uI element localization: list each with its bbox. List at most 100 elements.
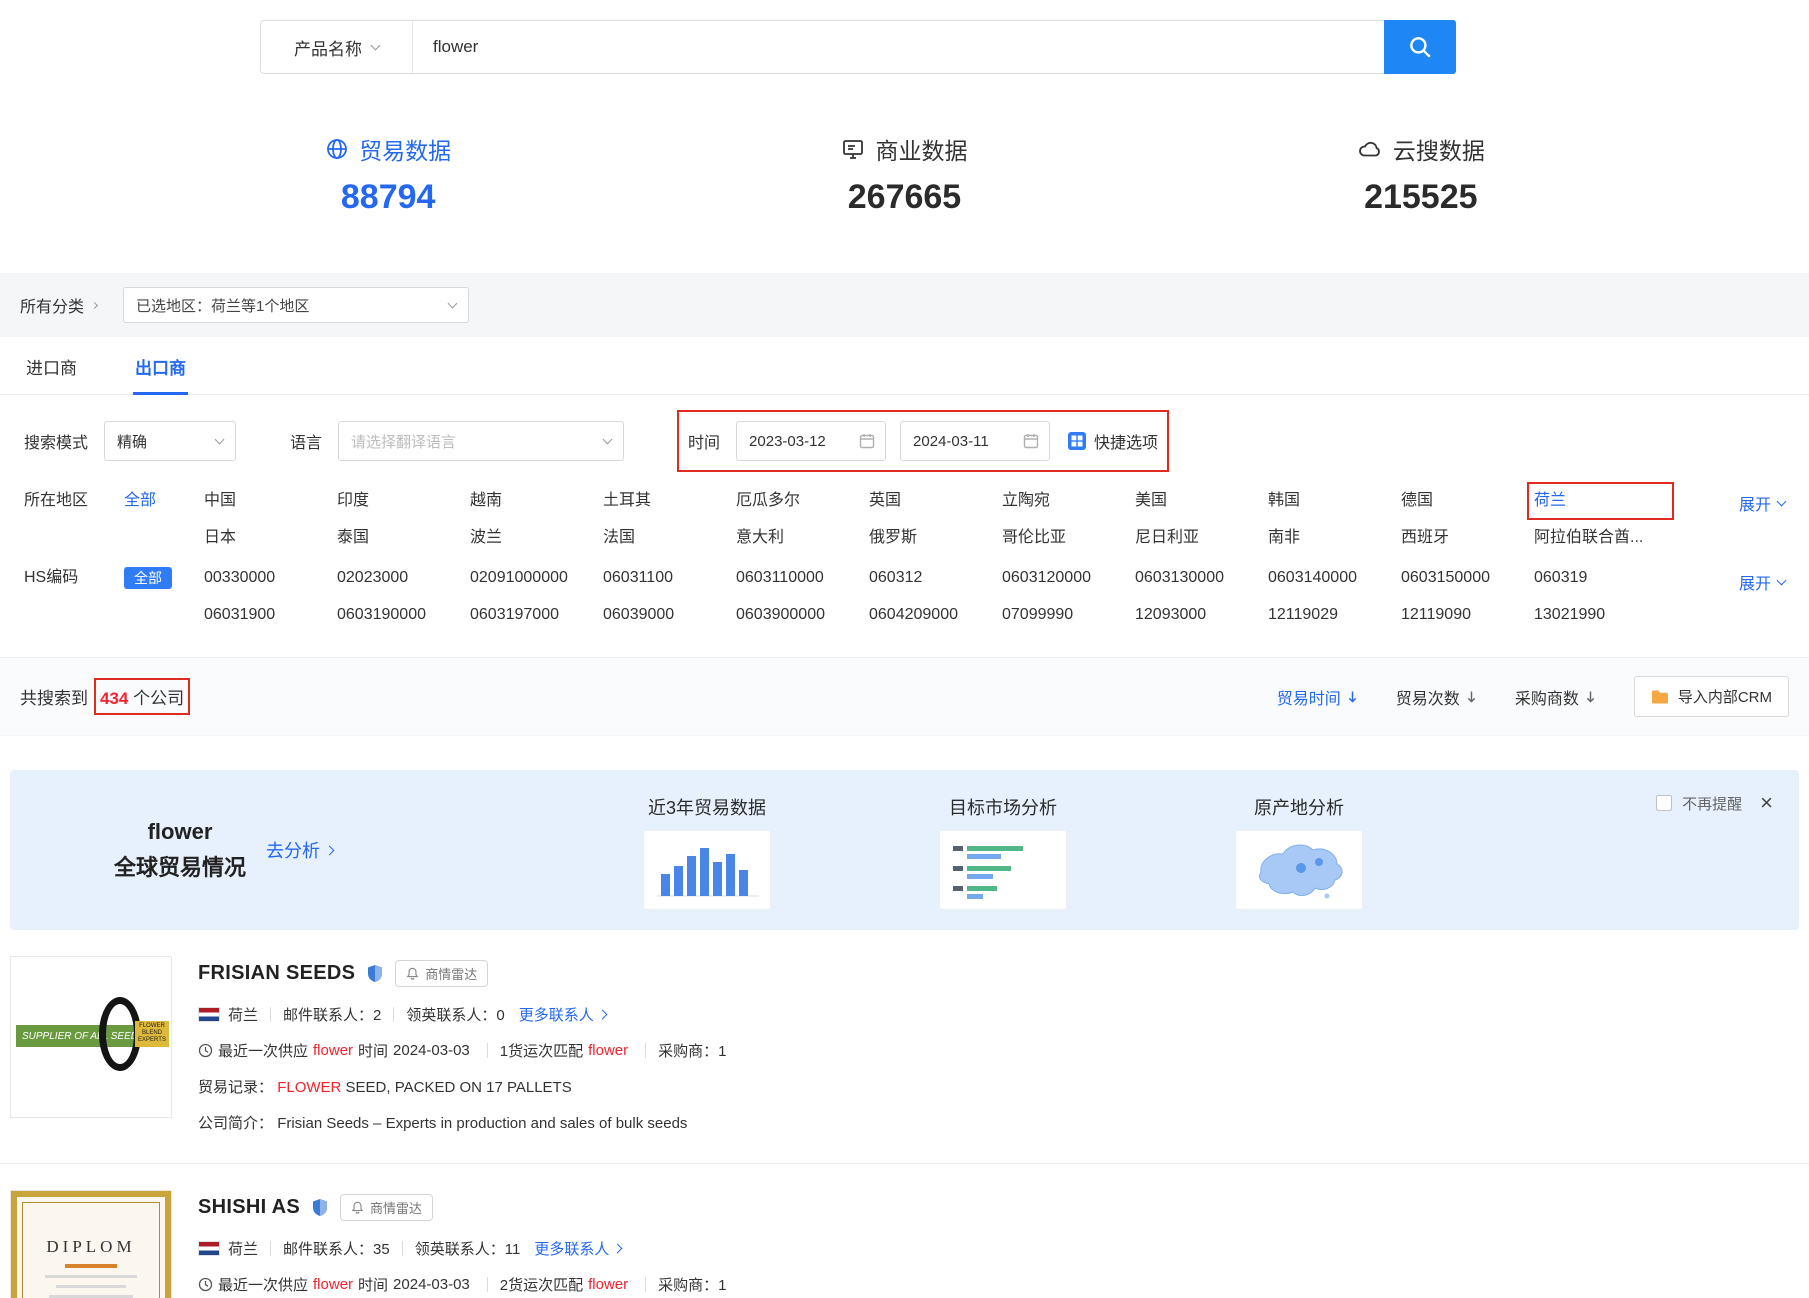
region-option[interactable]: 意大利 — [736, 526, 869, 550]
region-option[interactable]: 尼日利亚 — [1135, 526, 1268, 550]
search-input[interactable] — [413, 21, 1384, 73]
region-option[interactable]: 美国 — [1135, 489, 1268, 513]
search-mode-select[interactable]: 精确 — [104, 421, 236, 461]
hs-code-option[interactable]: 06039000 — [603, 603, 736, 627]
sort-down-icon — [1347, 690, 1358, 704]
linkedin-contacts: 领英联系人：11 — [415, 1238, 521, 1259]
supply-row: 最近一次供应 flower 时间 2024-03-03 1货运次匹配 flowe… — [198, 1040, 732, 1061]
date-to-input[interactable]: 2024-03-11 — [900, 421, 1050, 461]
region-option[interactable]: 哥伦比亚 — [1002, 526, 1135, 550]
search-mode-value: 精确 — [117, 431, 147, 452]
hs-all-badge[interactable]: 全部 — [124, 567, 172, 589]
more-contacts-link[interactable]: 更多联系人 — [519, 1004, 606, 1025]
region-option[interactable]: 波兰 — [470, 526, 603, 550]
company-name[interactable]: SHISHI AS — [198, 1196, 300, 1219]
bar-chart-thumbnail-icon — [647, 834, 767, 906]
hs-code-option[interactable]: 00330000 — [204, 566, 337, 590]
hs-code-option[interactable]: 13021990 — [1534, 603, 1667, 627]
hs-code-option[interactable]: 060319 — [1534, 566, 1667, 590]
hs-code-option[interactable]: 0603900000 — [736, 603, 869, 627]
search-category-select[interactable]: 产品名称 — [261, 21, 413, 73]
region-option[interactable]: 日本 — [204, 526, 337, 550]
region-option[interactable]: 西班牙 — [1401, 526, 1534, 550]
buyer-count: 采购商：1 — [658, 1040, 726, 1061]
stat-trade-label: 贸易数据 — [359, 132, 451, 166]
sort-trade-count[interactable]: 贸易次数 — [1396, 685, 1477, 709]
thumb-origin-analysis[interactable]: 原产地分析 — [1235, 794, 1363, 910]
hs-code-option[interactable]: 02091000000 — [470, 566, 603, 590]
search-button[interactable] — [1384, 20, 1456, 74]
hs-code-option[interactable]: 06031900 — [204, 603, 337, 627]
chevron-down-icon — [215, 434, 225, 444]
region-option[interactable]: 韩国 — [1268, 489, 1401, 513]
company-name[interactable]: FRISIAN SEEDS — [198, 962, 355, 985]
region-option[interactable]: 印度 — [337, 489, 470, 513]
region-option[interactable]: 厄瓜多尔 — [736, 489, 869, 513]
breadcrumb-all-categories[interactable]: 所有分类 — [20, 293, 97, 317]
hs-code-option[interactable]: 060312 — [869, 566, 1002, 590]
logo-tag: FLOWER BLEND EXPERTS — [135, 1021, 169, 1047]
import-crm-button[interactable]: 导入内部CRM — [1634, 676, 1789, 717]
thumb-target-market[interactable]: 目标市场分析 — [939, 794, 1067, 910]
hs-code-option[interactable]: 06031100 — [603, 566, 736, 590]
region-all-option[interactable]: 全部 — [124, 489, 204, 513]
hs-code-option[interactable]: 0603140000 — [1268, 566, 1401, 590]
region-option[interactable]: 泰国 — [337, 526, 470, 550]
region-option[interactable]: 俄罗斯 — [869, 526, 1002, 550]
date-from-input[interactable]: 2023-03-12 — [736, 421, 886, 461]
region-option[interactable]: 法国 — [603, 526, 736, 550]
thumb-trade-3yr[interactable]: 近3年贸易数据 — [643, 794, 771, 910]
hs-code-option[interactable]: 0603110000 — [736, 566, 869, 590]
region-option[interactable]: 阿拉伯联合酋... — [1534, 526, 1667, 550]
company-logo[interactable]: DIPLOM — [10, 1190, 172, 1298]
hs-code-option[interactable]: 07099990 — [1002, 603, 1135, 627]
hs-code-option[interactable]: 12093000 — [1135, 603, 1268, 627]
banner-dismiss: 不再提醒 × — [1656, 792, 1773, 814]
quick-options-button[interactable]: 快捷选项 — [1068, 429, 1158, 453]
hs-code-option[interactable]: 12119029 — [1268, 603, 1401, 627]
region-option[interactable]: 土耳其 — [603, 489, 736, 513]
hs-code-option[interactable]: 0603190000 — [337, 603, 470, 627]
region-option[interactable]: 立陶宛 — [1002, 489, 1135, 513]
stat-trade-data[interactable]: 贸易数据 88794 — [130, 132, 646, 217]
radar-badge[interactable]: 商情雷达 — [340, 1194, 433, 1221]
hs-code-option[interactable]: 0603120000 — [1002, 566, 1135, 590]
hs-code-option[interactable]: 0603197000 — [470, 603, 603, 627]
region-option[interactable]: 德国 — [1401, 489, 1534, 513]
sort-buyer-count[interactable]: 采购商数 — [1515, 685, 1596, 709]
sort-trade-time[interactable]: 贸易时间 — [1277, 685, 1358, 709]
region-option[interactable]: 英国 — [869, 489, 1002, 513]
date-from-value: 2023-03-12 — [749, 433, 826, 450]
hs-code-option[interactable]: 0603130000 — [1135, 566, 1268, 590]
tab-importer[interactable]: 进口商 — [24, 337, 79, 394]
region-option[interactable]: 南非 — [1268, 526, 1401, 550]
logo-line — [45, 1275, 137, 1278]
analyze-link[interactable]: 去分析 — [266, 837, 333, 863]
search-options-row: 搜索模式 精确 语言 请选择翻译语言 时间 2023-03-12 2024-03… — [0, 395, 1809, 475]
expand-regions-link[interactable]: 展开 — [1739, 491, 1785, 515]
monitor-icon — [841, 137, 865, 161]
hs-code-option[interactable]: 0604209000 — [869, 603, 1002, 627]
expand-hs-link[interactable]: 展开 — [1739, 570, 1785, 594]
hs-code-option[interactable]: 02023000 — [337, 566, 470, 590]
radar-badge[interactable]: 商情雷达 — [395, 960, 488, 987]
tab-exporter[interactable]: 出口商 — [133, 337, 188, 395]
region-option[interactable]: 中国 — [204, 489, 337, 513]
stat-business-data[interactable]: 商业数据 267665 — [646, 132, 1162, 217]
chevron-right-icon — [91, 301, 98, 308]
stats-row: 贸易数据 88794 商业数据 267665 云搜数据 215525 — [0, 132, 1809, 217]
language-select[interactable]: 请选择翻译语言 — [338, 421, 624, 461]
chevron-right-icon — [597, 1010, 607, 1020]
selected-region-select[interactable]: 已选地区：荷兰等1个地区 — [123, 287, 469, 323]
stat-cloud-value: 215525 — [1163, 178, 1679, 217]
dismiss-checkbox[interactable] — [1656, 795, 1672, 811]
company-logo[interactable]: SUPPLIER OF ALL SEEDS FLOWER BLEND EXPER… — [10, 956, 172, 1118]
region-option[interactable]: 荷兰 — [1534, 489, 1667, 513]
hs-code-option[interactable]: 12119090 — [1401, 603, 1534, 627]
stat-cloud-data[interactable]: 云搜数据 215525 — [1163, 132, 1679, 217]
region-option[interactable]: 越南 — [470, 489, 603, 513]
hs-code-option[interactable]: 0603150000 — [1401, 566, 1534, 590]
company-card: SUPPLIER OF ALL SEEDS FLOWER BLEND EXPER… — [0, 930, 1809, 1163]
close-icon[interactable]: × — [1760, 792, 1773, 814]
more-contacts-link[interactable]: 更多联系人 — [534, 1238, 621, 1259]
